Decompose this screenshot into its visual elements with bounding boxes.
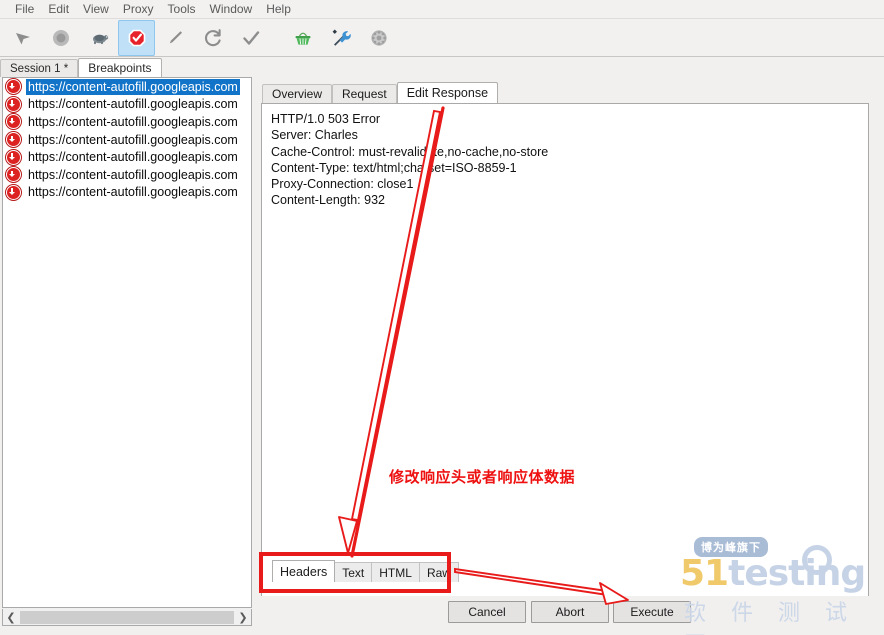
response-header-line: Content-Type: text/html;charset=ISO-8859… bbox=[271, 160, 517, 175]
charles-proxy-window: File Edit View Proxy Tools Window Help S… bbox=[0, 0, 884, 635]
toolbar-validate-button[interactable] bbox=[232, 20, 269, 56]
tab-request[interactable]: Request bbox=[332, 84, 397, 103]
horizontal-scrollbar[interactable]: ❮ ❯ bbox=[2, 609, 252, 626]
breakpoint-down-arrow-icon bbox=[6, 167, 21, 183]
list-item-label: https://content-autofill.googleapis.com bbox=[28, 97, 238, 112]
breakpoints-list[interactable]: https://content-autofill.googleapis.com … bbox=[2, 77, 252, 608]
tab-session-1[interactable]: Session 1 * bbox=[0, 59, 79, 77]
scroll-right-arrow-icon[interactable]: ❯ bbox=[235, 609, 251, 625]
menu-file[interactable]: File bbox=[8, 1, 41, 18]
list-item[interactable]: https://content-autofill.googleapis.com bbox=[3, 131, 251, 149]
compose-pen-icon bbox=[169, 30, 182, 43]
tab-breakpoints[interactable]: Breakpoints bbox=[78, 58, 162, 77]
response-editor[interactable]: HTTP/1.0 503 Error Server: Charles Cache… bbox=[261, 103, 869, 621]
tab-overview[interactable]: Overview bbox=[262, 84, 333, 103]
scrollbar-thumb[interactable] bbox=[20, 610, 234, 624]
toolbar-arrow-cursor-button[interactable] bbox=[4, 20, 41, 56]
breakpoint-down-arrow-icon bbox=[6, 149, 21, 165]
toolbar-basket-button[interactable] bbox=[284, 20, 321, 56]
breakpoint-stop-icon bbox=[128, 29, 145, 46]
list-item-label: https://content-autofill.googleapis.com bbox=[28, 167, 238, 182]
tab-headers[interactable]: Headers bbox=[272, 560, 336, 582]
settings-gear-icon bbox=[370, 29, 387, 46]
action-button-bar: Cancel Abort Execute bbox=[258, 596, 880, 635]
record-circle-icon bbox=[52, 29, 69, 46]
detail-pane: Overview Request Edit Response HTTP/1.0 … bbox=[258, 77, 880, 626]
toolbar-throttle-button[interactable] bbox=[80, 20, 117, 56]
list-item-label: https://content-autofill.googleapis.com bbox=[28, 150, 238, 165]
response-header-line: Content-Length: 932 bbox=[271, 193, 385, 208]
response-header-line: HTTP/1.0 503 Error bbox=[271, 112, 381, 126]
list-item[interactable]: https://content-autofill.googleapis.com bbox=[3, 96, 251, 114]
list-item[interactable]: https://content-autofill.googleapis.com bbox=[3, 184, 251, 202]
abort-button[interactable]: Abort bbox=[531, 601, 609, 623]
annotation-note: 修改响应头或者响应体数据 bbox=[389, 468, 576, 486]
menu-help[interactable]: Help bbox=[259, 1, 298, 18]
list-item-label: https://content-autofill.googleapis.com bbox=[28, 185, 238, 200]
throttle-turtle-icon bbox=[92, 34, 108, 44]
response-header-line: Server: Charles bbox=[271, 128, 358, 143]
menu-tools[interactable]: Tools bbox=[161, 1, 203, 18]
menu-view[interactable]: View bbox=[76, 1, 116, 18]
toolbar-record-button[interactable] bbox=[42, 20, 79, 56]
tab-edit-response[interactable]: Edit Response bbox=[396, 82, 499, 103]
toolbar-settings-button[interactable] bbox=[360, 20, 397, 56]
list-item[interactable]: https://content-autofill.googleapis.com bbox=[3, 113, 251, 131]
execute-button[interactable]: Execute bbox=[613, 601, 691, 623]
detail-tab-bar: Overview Request Edit Response bbox=[262, 82, 499, 103]
session-tab-bar: Session 1 * Breakpoints bbox=[0, 58, 250, 77]
breakpoint-down-arrow-icon bbox=[6, 132, 21, 148]
cancel-button[interactable]: Cancel bbox=[448, 601, 526, 623]
scroll-left-arrow-icon[interactable]: ❮ bbox=[3, 609, 19, 625]
menu-edit[interactable]: Edit bbox=[41, 1, 76, 18]
breakpoint-down-arrow-icon bbox=[6, 184, 21, 200]
toolbar bbox=[0, 19, 884, 57]
list-item[interactable]: https://content-autofill.googleapis.com bbox=[3, 78, 251, 96]
arrow-cursor-icon bbox=[15, 32, 30, 44]
toolbar-repeat-button[interactable] bbox=[194, 20, 231, 56]
repeat-refresh-icon bbox=[204, 28, 221, 46]
response-headers-text: HTTP/1.0 503 Error Server: Charles Cache… bbox=[262, 104, 868, 209]
breakpoint-down-arrow-icon bbox=[6, 96, 21, 112]
list-item[interactable]: https://content-autofill.googleapis.com bbox=[3, 148, 251, 166]
menu-proxy[interactable]: Proxy bbox=[116, 1, 161, 18]
menu-window[interactable]: Window bbox=[203, 1, 260, 18]
menu-bar: File Edit View Proxy Tools Window Help bbox=[0, 0, 884, 19]
breakpoint-down-arrow-icon bbox=[6, 79, 21, 95]
list-item-label: https://content-autofill.googleapis.com bbox=[28, 114, 238, 129]
tools-wrench-icon bbox=[332, 29, 351, 46]
toolbar-breakpoint-button[interactable] bbox=[118, 19, 155, 56]
breakpoint-down-arrow-icon bbox=[6, 114, 21, 130]
list-item[interactable]: https://content-autofill.googleapis.com bbox=[3, 166, 251, 184]
basket-icon bbox=[295, 32, 310, 45]
response-header-line: Cache-Control: must-revalidate,no-cache,… bbox=[271, 144, 549, 159]
validate-check-icon bbox=[242, 30, 259, 45]
list-item-label: https://content-autofill.googleapis.com bbox=[28, 132, 238, 147]
response-header-line: Proxy-Connection: close1 bbox=[271, 177, 414, 192]
toolbar-compose-button[interactable] bbox=[156, 20, 193, 56]
toolbar-tools-button[interactable] bbox=[322, 20, 359, 56]
list-item-label: https://content-autofill.googleapis.com bbox=[26, 78, 240, 95]
